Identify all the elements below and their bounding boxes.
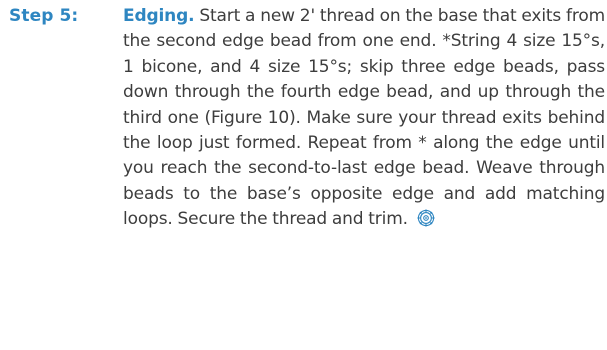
step-5-paragraph: Step 5: Edging. Start a new 2' thread on… bbox=[9, 4, 605, 236]
step-body: Edging. Start a new 2' thread on the bas… bbox=[123, 4, 605, 236]
step-label: Step 5: bbox=[9, 6, 79, 26]
step-text: Start a new 2' thread on the base that e… bbox=[123, 6, 605, 230]
beaded-flower-icon bbox=[417, 209, 435, 235]
step-title: Edging. bbox=[123, 6, 195, 26]
